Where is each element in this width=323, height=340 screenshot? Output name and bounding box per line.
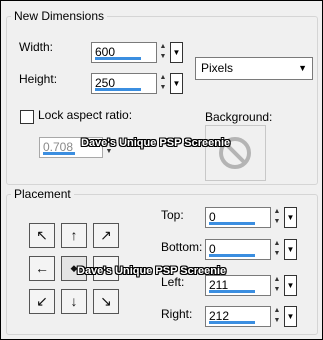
width-spin-arrows[interactable]: ▲ ▼ xyxy=(158,42,168,63)
top-field[interactable]: 0 xyxy=(205,207,271,228)
watermark: Dave's Unique PSP Screenie xyxy=(77,265,227,277)
chevron-down-icon[interactable]: ▼ xyxy=(284,275,297,296)
chevron-down-icon[interactable]: ▼ xyxy=(298,61,307,75)
canvas-size-dialog: New Dimensions Width: 600 ▲ ▼ ▼ Height: … xyxy=(0,0,323,340)
spin-down-icon[interactable]: ▼ xyxy=(158,52,168,62)
right-spinbox[interactable]: 212 ▲ ▼ ▼ xyxy=(205,306,297,327)
height-label: Height: xyxy=(19,72,58,86)
background-label: Background: xyxy=(205,110,273,124)
spin-up-icon[interactable]: ▲ xyxy=(272,239,282,249)
spin-up-icon[interactable]: ▲ xyxy=(272,306,282,316)
spin-down-icon[interactable]: ▼ xyxy=(272,217,282,227)
bottom-spin-arrows[interactable]: ▲ ▼ xyxy=(272,239,282,260)
watermark: Dave's Unique PSP Screenie xyxy=(81,137,231,149)
anchor-top-right-button[interactable]: ↗ xyxy=(93,223,119,248)
placement-title: Placement xyxy=(11,187,74,201)
spin-up-icon[interactable]: ▲ xyxy=(272,207,282,217)
no-entry-icon xyxy=(219,137,251,169)
units-selected-value[interactable]: Pixels xyxy=(201,61,233,75)
anchor-bottom-button[interactable]: ↓ xyxy=(61,289,87,314)
top-label: Top: xyxy=(161,208,184,222)
width-spinbox[interactable]: 600 ▲ ▼ ▼ xyxy=(91,42,183,63)
height-field[interactable]: 250 xyxy=(91,73,157,94)
spin-down-icon[interactable]: ▼ xyxy=(272,249,282,259)
arrow-up-icon: ↑ xyxy=(70,227,78,243)
height-slider-bar[interactable] xyxy=(95,88,141,91)
left-spinbox[interactable]: 211 ▲ ▼ ▼ xyxy=(205,275,297,296)
right-field[interactable]: 212 xyxy=(205,306,271,327)
width-label: Width: xyxy=(19,40,54,54)
bottom-spinbox[interactable]: 0 ▲ ▼ ▼ xyxy=(205,239,297,260)
arrow-down-right-icon: ↘ xyxy=(100,293,112,309)
chevron-down-icon[interactable]: ▼ xyxy=(284,239,297,260)
spin-up-icon[interactable]: ▲ xyxy=(272,275,282,285)
new-dimensions-title: New Dimensions xyxy=(11,9,108,23)
left-slider-bar[interactable] xyxy=(209,290,255,293)
chevron-down-icon[interactable]: ▼ xyxy=(170,42,183,63)
arrow-up-right-icon: ↗ xyxy=(100,227,112,243)
top-spinbox[interactable]: 0 ▲ ▼ ▼ xyxy=(205,207,297,228)
background-color-swatch[interactable] xyxy=(205,125,266,181)
arrow-up-left-icon: ↖ xyxy=(36,227,48,243)
right-spin-arrows[interactable]: ▲ ▼ xyxy=(272,306,282,327)
chevron-down-icon[interactable]: ▼ xyxy=(284,306,297,327)
lock-aspect-ratio-checkbox[interactable] xyxy=(20,110,34,124)
lock-aspect-ratio-label[interactable]: Lock aspect ratio: xyxy=(38,107,132,123)
spin-down-icon[interactable]: ▼ xyxy=(158,83,168,93)
top-slider-bar[interactable] xyxy=(209,222,255,225)
anchor-bottom-right-button[interactable]: ↘ xyxy=(93,289,119,314)
spin-down-icon[interactable]: ▼ xyxy=(272,285,282,295)
units-select[interactable]: Pixels ▼ xyxy=(195,57,313,80)
width-slider-bar[interactable] xyxy=(95,57,141,60)
right-slider-bar[interactable] xyxy=(209,321,255,324)
anchor-top-left-button[interactable]: ↖ xyxy=(29,223,55,248)
bottom-field[interactable]: 0 xyxy=(205,239,271,260)
arrow-left-icon: ← xyxy=(35,260,49,276)
arrow-down-left-icon: ↙ xyxy=(36,293,48,309)
anchor-left-button[interactable]: ← xyxy=(29,256,55,281)
height-spinbox[interactable]: 250 ▲ ▼ ▼ xyxy=(91,73,183,94)
height-spin-arrows[interactable]: ▲ ▼ xyxy=(158,73,168,94)
bottom-label: Bottom: xyxy=(161,240,203,254)
top-spin-arrows[interactable]: ▲ ▼ xyxy=(272,207,282,228)
arrow-down-icon: ↓ xyxy=(70,293,78,309)
chevron-down-icon[interactable]: ▼ xyxy=(284,207,297,228)
left-field[interactable]: 211 xyxy=(205,275,271,296)
anchor-bottom-left-button[interactable]: ↙ xyxy=(29,289,55,314)
bottom-slider-bar[interactable] xyxy=(209,254,255,257)
spin-up-icon[interactable]: ▲ xyxy=(158,73,168,83)
width-field[interactable]: 600 xyxy=(91,42,157,63)
aspect-ratio-slider-bar[interactable] xyxy=(43,152,75,155)
chevron-down-icon[interactable]: ▼ xyxy=(170,73,183,94)
right-label: Right: xyxy=(161,307,193,321)
anchor-top-button[interactable]: ↑ xyxy=(61,223,87,248)
spin-up-icon[interactable]: ▲ xyxy=(158,42,168,52)
spin-down-icon[interactable]: ▼ xyxy=(272,316,282,326)
left-spin-arrows[interactable]: ▲ ▼ xyxy=(272,275,282,296)
